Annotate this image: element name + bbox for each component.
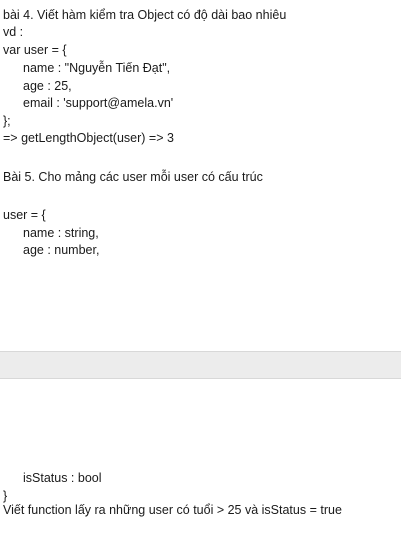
example-label: vd : (3, 25, 24, 39)
code-line-age-type: age : number, (23, 243, 100, 257)
exercise-5-task: Viết function lấy ra những user có tuổi … (3, 503, 342, 517)
code-line-result: => getLengthObject(user) => 3 (3, 131, 174, 145)
code-line-close-brace: }; (3, 114, 11, 128)
code-line-name: name : "Nguyễn Tiến Đạt", (23, 61, 171, 75)
code-line-struct-close: } (3, 489, 8, 503)
code-line-isstatus-type: isStatus : bool (23, 471, 102, 485)
code-line-email: email : 'support@amela.vn' (23, 96, 174, 110)
exercise-5-title: Bài 5. Cho mảng các user mỗi user có cấu… (3, 170, 263, 184)
code-line-age: age : 25, (23, 79, 72, 93)
document-page-1: bài 4. Viết hàm kiểm tra Object có độ dà… (0, 0, 401, 351)
code-line-name-type: name : string, (23, 226, 99, 240)
code-line-var-user: var user = { (3, 43, 67, 57)
document-page-2: isStatus : bool } Viết function lấy ra n… (0, 379, 401, 536)
code-line-user-struct: user = { (3, 208, 46, 222)
page-break (0, 351, 401, 379)
exercise-4-title: bài 4. Viết hàm kiểm tra Object có độ dà… (3, 8, 287, 22)
